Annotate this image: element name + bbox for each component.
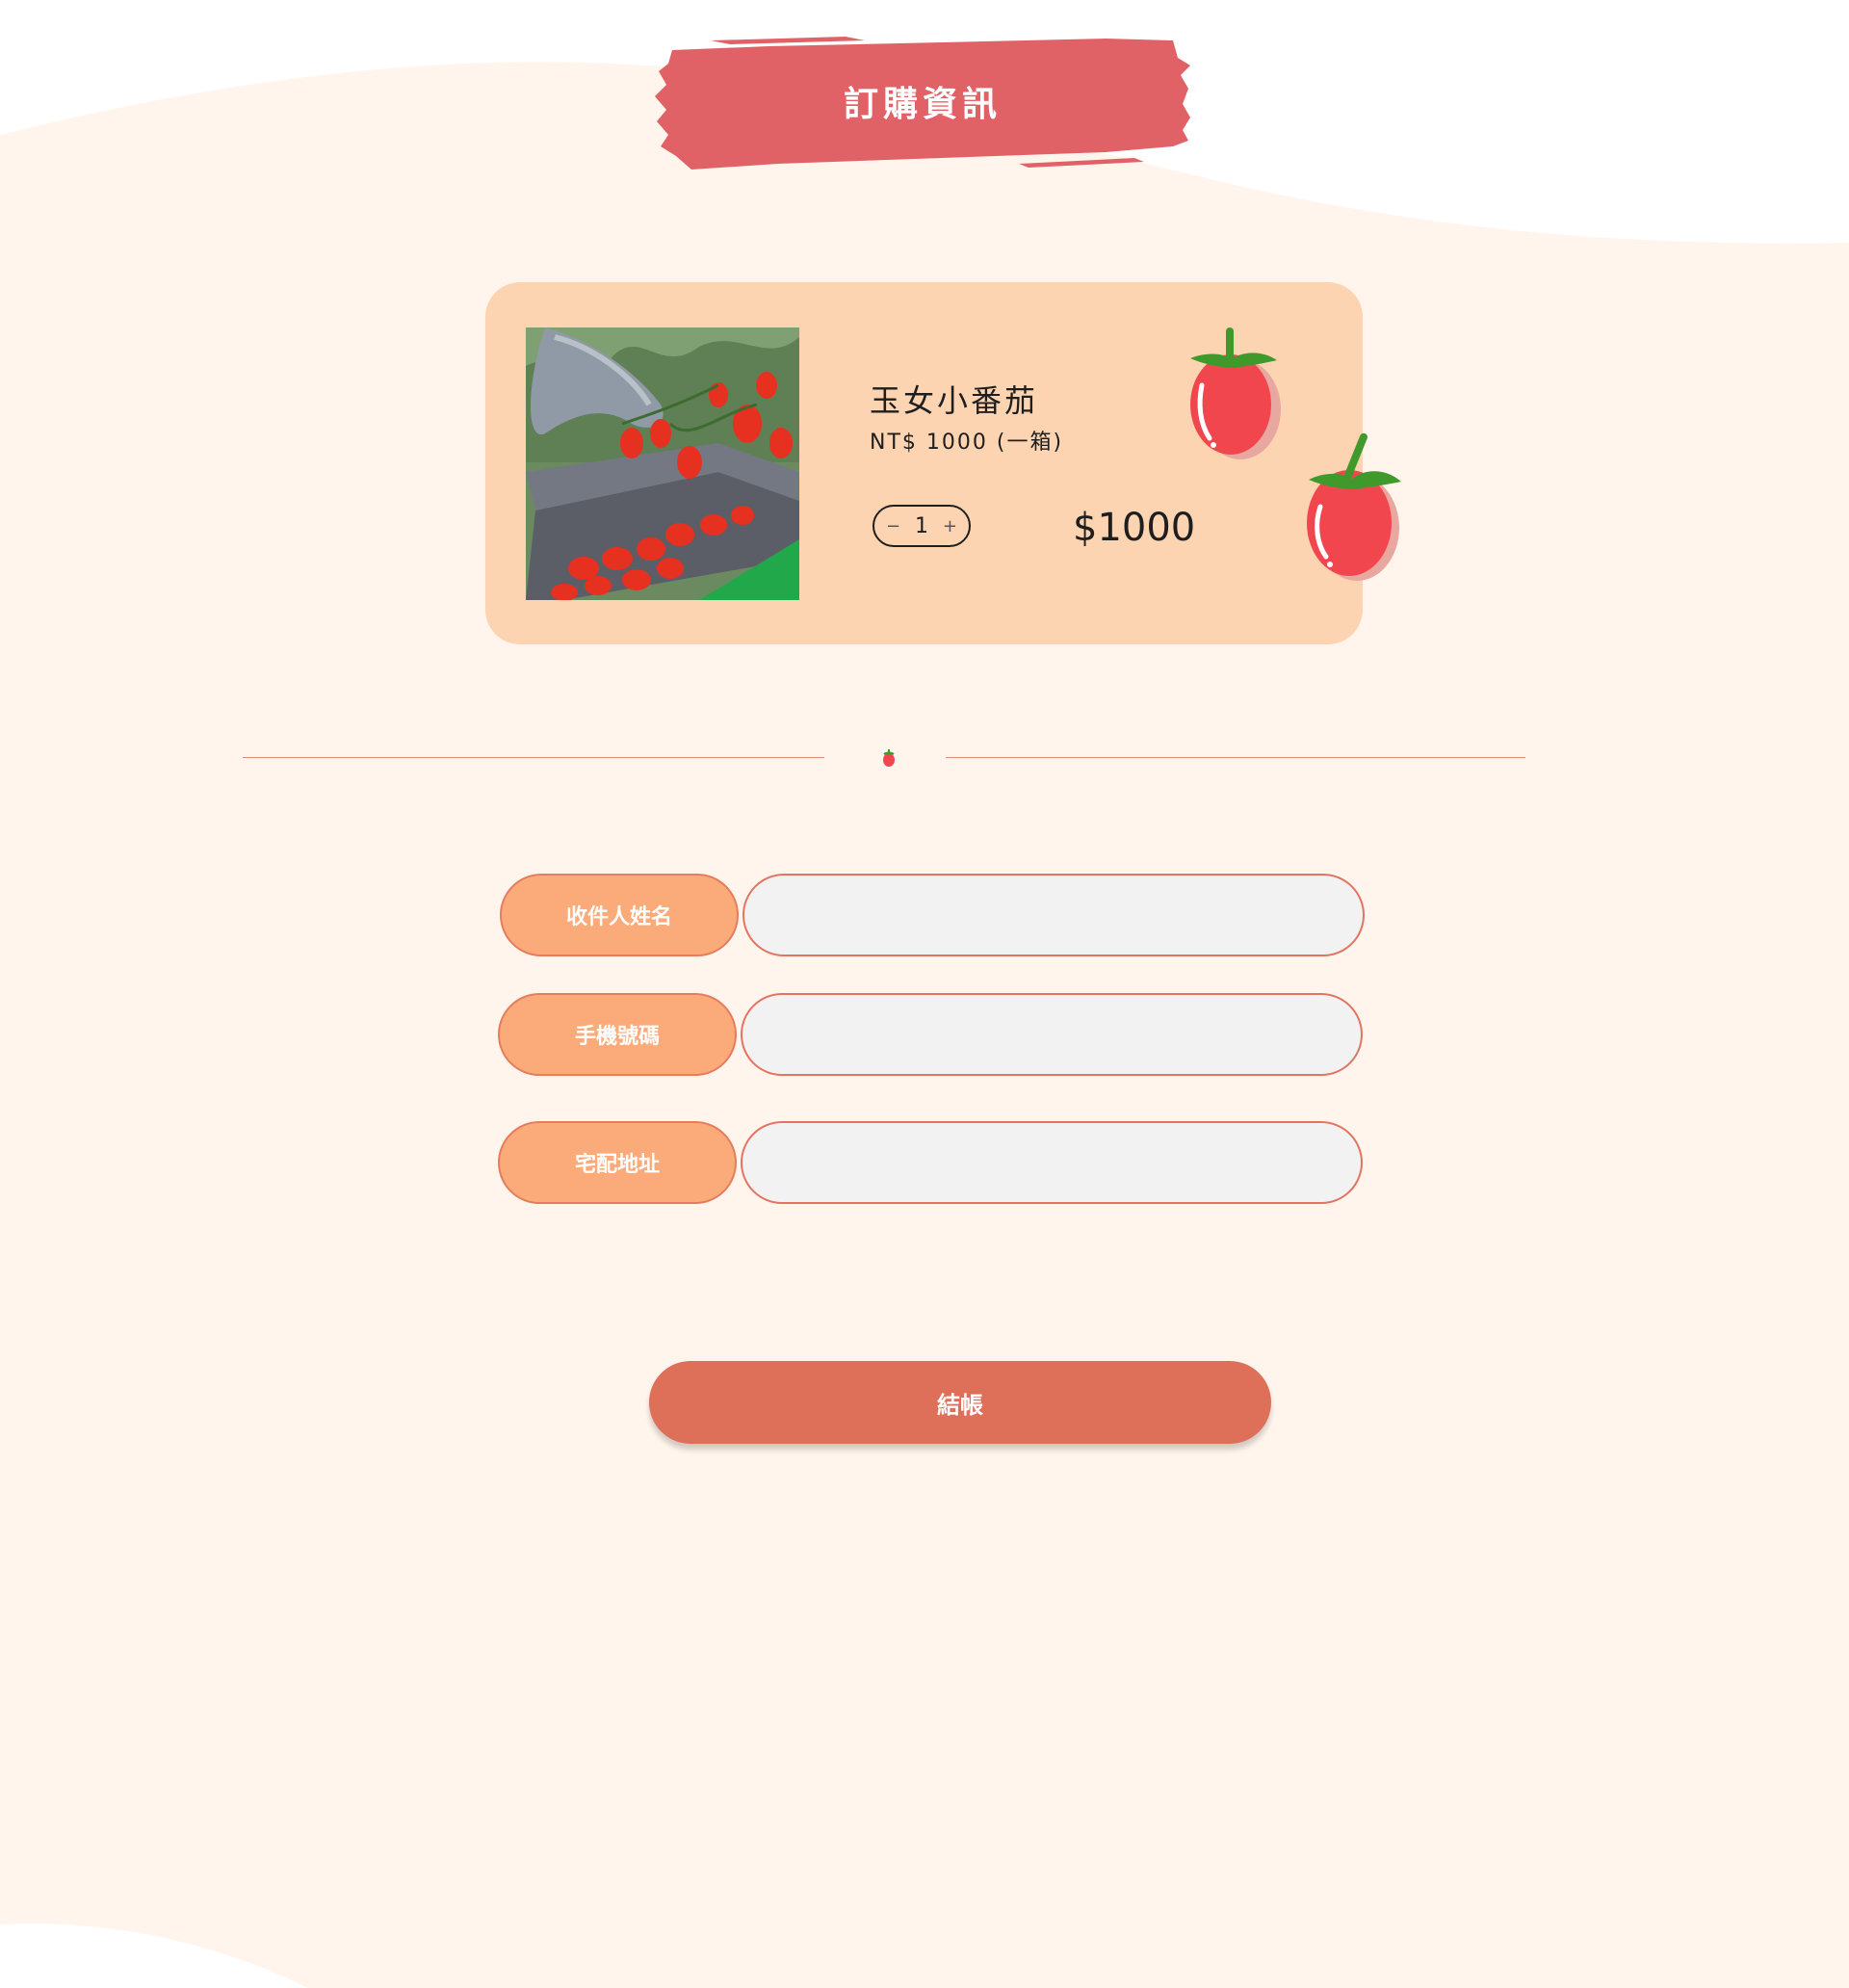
page-title: 訂購資訊 [843, 85, 1002, 124]
divider-line-left [243, 757, 824, 758]
small-tomato-icon [883, 749, 895, 767]
product-card: 玉女小番茄 NT$ 1000 (一箱) − 1 + $1000 [485, 282, 1401, 644]
tomato-icon [1190, 327, 1281, 459]
phone-number-input[interactable] [741, 993, 1363, 1076]
checkout-button[interactable]: 結帳 [649, 1361, 1271, 1444]
page-title-banner: 訂購資訊 [653, 29, 1192, 173]
quantity-value: 1 [915, 513, 928, 538]
delivery-address-label: 宅配地址 [498, 1121, 737, 1204]
phone-number-label: 手機號碼 [498, 993, 737, 1076]
delivery-address-input[interactable] [741, 1121, 1363, 1204]
recipient-name-input[interactable] [742, 874, 1365, 956]
subtotal-price: $1000 [1073, 506, 1196, 550]
recipient-name-label: 收件人姓名 [500, 874, 739, 956]
quantity-stepper: − 1 + [872, 505, 971, 547]
product-unit-price: NT$ 1000 (一箱) [870, 431, 1064, 455]
bottom-wave-decoration [0, 1923, 308, 1988]
decrement-button[interactable]: − [886, 516, 900, 536]
tomato-icon [1307, 432, 1401, 581]
tomato-harvest-photo [526, 327, 799, 600]
increment-button[interactable]: + [943, 516, 957, 536]
product-photo [526, 327, 799, 600]
product-name: 玉女小番茄 [870, 382, 1039, 419]
divider-line-right [946, 757, 1525, 758]
